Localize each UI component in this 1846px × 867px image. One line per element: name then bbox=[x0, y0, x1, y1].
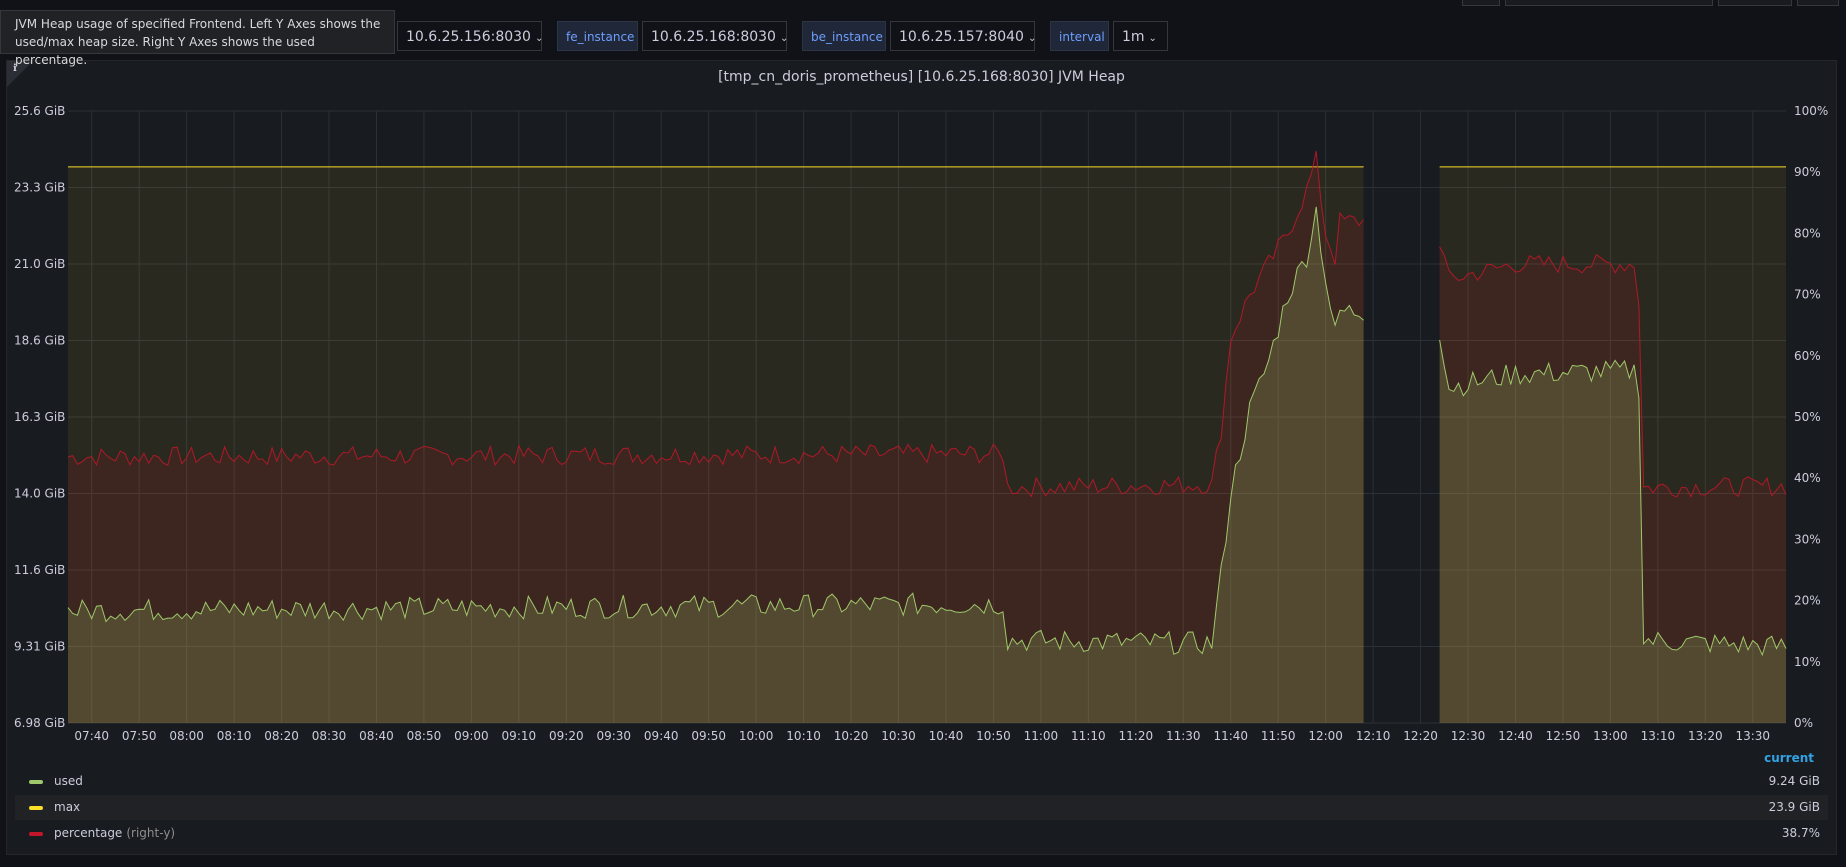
variable-value: 10.6.25.168:8030 bbox=[651, 29, 776, 45]
x-tick-label: 08:30 bbox=[312, 729, 347, 743]
x-tick-label: 12:20 bbox=[1403, 729, 1438, 743]
variable-value: 10.6.25.156:8030 bbox=[406, 29, 531, 45]
chevron-down-icon: ⌄ bbox=[1027, 33, 1037, 44]
x-tick-label: 09:50 bbox=[691, 729, 726, 743]
x-tick-label: 12:40 bbox=[1498, 729, 1533, 743]
x-tick-label: 13:20 bbox=[1688, 729, 1723, 743]
legend-value: 38.7% bbox=[1781, 826, 1820, 840]
jvm-heap-panel: ℹ [tmp_cn_doris_prometheus] [10.6.25.168… bbox=[6, 60, 1837, 855]
y-left-tick-label: 23.3 GiB bbox=[14, 181, 65, 195]
x-tick-label: 11:10 bbox=[1071, 729, 1106, 743]
y-left-tick-label: 18.6 GiB bbox=[14, 334, 65, 348]
x-tick-label: 09:10 bbox=[502, 729, 537, 743]
legend-name: percentage bbox=[54, 826, 123, 840]
toolbar-button[interactable] bbox=[1462, 0, 1500, 6]
x-tick-label: 09:40 bbox=[644, 729, 679, 743]
chevron-down-icon: ⌄ bbox=[534, 33, 544, 44]
variable-label-be-instance: be_instance bbox=[802, 21, 886, 51]
legend-label: used bbox=[54, 769, 83, 794]
variable-select-interval[interactable]: 1m ⌄ bbox=[1113, 21, 1168, 51]
y-right-tick-label: 20% bbox=[1794, 594, 1821, 608]
timeseries-chart[interactable]: 6.98 GiB 9.31 GiB 11.6 GiB 14.0 GiB 16.3 GiB… bbox=[7, 61, 1836, 854]
legend-value: 23.9 GiB bbox=[1768, 800, 1820, 814]
x-tick-label: 08:40 bbox=[359, 729, 394, 743]
variable-label-interval: interval bbox=[1050, 21, 1109, 51]
legend-header-current[interactable]: current bbox=[1764, 751, 1814, 765]
y-right-tick-label: 90% bbox=[1794, 165, 1821, 179]
legend-swatch-max bbox=[29, 806, 43, 810]
variable-select-prev-instance[interactable]: 10.6.25.156:8030 ⌄ bbox=[397, 21, 544, 51]
x-tick-label: 11:00 bbox=[1024, 729, 1059, 743]
y-left-tick-label: 21.0 GiB bbox=[14, 257, 65, 271]
x-tick-label: 13:00 bbox=[1593, 729, 1628, 743]
legend-label: percentage (right-y) bbox=[54, 821, 175, 846]
x-tick-label: 11:40 bbox=[1213, 729, 1248, 743]
y-left-tick-label: 16.3 GiB bbox=[14, 410, 65, 424]
x-tick-label: 12:50 bbox=[1546, 729, 1581, 743]
legend-name: max bbox=[54, 800, 81, 814]
y-left-tick-label: 25.6 GiB bbox=[14, 104, 65, 118]
x-tick-label: 08:00 bbox=[169, 729, 204, 743]
y-right-tick-label: 80% bbox=[1794, 226, 1821, 240]
variable-label-fe-instance: fe_instance bbox=[557, 21, 638, 51]
x-tick-label: 10:40 bbox=[929, 729, 964, 743]
variable-value: 10.6.25.157:8040 bbox=[899, 29, 1024, 45]
y-right-tick-label: 60% bbox=[1794, 349, 1821, 363]
x-tick-label: 08:10 bbox=[217, 729, 252, 743]
x-tick-label: 10:50 bbox=[976, 729, 1011, 743]
x-tick-label: 09:30 bbox=[596, 729, 631, 743]
x-tick-label: 10:00 bbox=[739, 729, 774, 743]
x-tick-label: 13:10 bbox=[1641, 729, 1676, 743]
panel-description-tooltip: JVM Heap usage of specified Frontend. Le… bbox=[0, 10, 395, 67]
x-tick-label: 11:30 bbox=[1166, 729, 1201, 743]
x-tick-label: 07:50 bbox=[122, 729, 157, 743]
x-tick-label: 10:30 bbox=[881, 729, 916, 743]
x-tick-label: 12:30 bbox=[1451, 729, 1486, 743]
y-left-tick-label: 14.0 GiB bbox=[14, 487, 65, 501]
x-tick-label: 12:10 bbox=[1356, 729, 1391, 743]
legend-label: max bbox=[54, 795, 80, 820]
x-tick-label: 11:20 bbox=[1119, 729, 1154, 743]
legend-item-used[interactable]: used 9.24 GiB bbox=[15, 769, 1828, 794]
legend-name: used bbox=[54, 774, 83, 788]
x-tick-label: 08:50 bbox=[407, 729, 442, 743]
y-right-tick-label: 0% bbox=[1794, 716, 1813, 730]
y-right-tick-label: 30% bbox=[1794, 532, 1821, 546]
time-range-picker[interactable] bbox=[1505, 0, 1713, 6]
x-tick-label: 09:20 bbox=[549, 729, 584, 743]
legend-item-max[interactable]: max 23.9 GiB bbox=[15, 795, 1828, 820]
x-tick-label: 10:10 bbox=[786, 729, 821, 743]
x-tick-label: 13:30 bbox=[1735, 729, 1770, 743]
variable-select-be-instance[interactable]: 10.6.25.157:8040 ⌄ bbox=[890, 21, 1037, 51]
y-right-tick-label: 100% bbox=[1794, 104, 1828, 118]
y-right-tick-label: 70% bbox=[1794, 288, 1821, 302]
legend-value: 9.24 GiB bbox=[1768, 774, 1820, 788]
dashboard-variables-bar: JVM Heap usage of specified Frontend. Le… bbox=[0, 0, 1846, 67]
legend-item-percentage[interactable]: percentage (right-y) 38.7% bbox=[15, 821, 1828, 846]
legend-swatch-percentage bbox=[29, 832, 43, 836]
chevron-down-icon: ⌄ bbox=[779, 33, 789, 44]
x-tick-label: 07:40 bbox=[74, 729, 109, 743]
x-tick-label: 10:20 bbox=[834, 729, 869, 743]
legend-axis-note: (right-y) bbox=[126, 826, 176, 840]
chevron-down-icon: ⌄ bbox=[1148, 33, 1157, 44]
x-tick-label: 09:00 bbox=[454, 729, 489, 743]
x-tick-label: 11:50 bbox=[1261, 729, 1296, 743]
x-tick-label: 12:00 bbox=[1308, 729, 1343, 743]
y-right-tick-label: 50% bbox=[1794, 410, 1821, 424]
y-left-tick-label: 9.31 GiB bbox=[14, 640, 65, 654]
y-left-tick-label: 6.98 GiB bbox=[14, 716, 65, 730]
y-left-tick-label: 11.6 GiB bbox=[14, 563, 65, 577]
y-right-tick-label: 10% bbox=[1794, 655, 1821, 669]
view-mode-button[interactable] bbox=[1797, 0, 1839, 6]
variable-select-fe-instance[interactable]: 10.6.25.168:8030 ⌄ bbox=[642, 21, 789, 51]
x-tick-label: 08:20 bbox=[264, 729, 299, 743]
y-right-tick-label: 40% bbox=[1794, 471, 1821, 485]
variable-value: 1m bbox=[1122, 29, 1145, 45]
refresh-button[interactable] bbox=[1718, 0, 1792, 6]
legend-swatch-used bbox=[29, 780, 43, 784]
